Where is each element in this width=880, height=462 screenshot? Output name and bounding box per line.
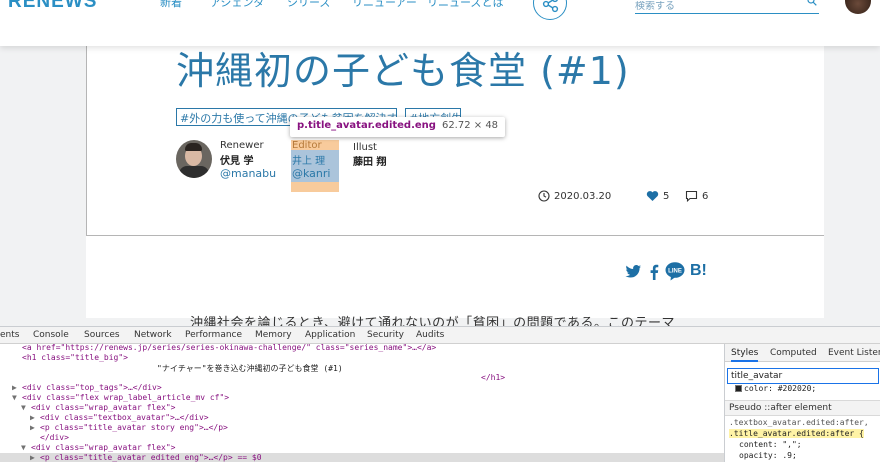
comment-icon[interactable] — [685, 190, 698, 203]
tab-application[interactable]: Application — [305, 330, 355, 340]
tab-network[interactable]: Network — [134, 330, 172, 340]
expand-toggle-icon[interactable]: ▶ — [30, 453, 39, 462]
publish-date-text: 2020.03.20 — [554, 191, 612, 202]
heart-icon[interactable] — [646, 190, 659, 202]
dom-node-text: <div class="wrap_avatar flex"> — [31, 443, 176, 452]
renewer-role: Renewer — [220, 140, 264, 151]
tab-computed[interactable]: Computed — [770, 348, 817, 358]
like-counter[interactable]: 5 — [646, 190, 669, 202]
expand-toggle-icon[interactable]: ▶ — [30, 423, 39, 432]
illust-name[interactable]: 藤田 翔 — [353, 153, 386, 168]
color-swatch[interactable] — [735, 385, 742, 392]
nav-item-new[interactable]: 新着 — [160, 0, 182, 10]
dom-node-text: <a href="https://renews.jp/series/series… — [22, 344, 437, 352]
dom-node-text: </div> — [40, 433, 69, 442]
tab-audits[interactable]: Audits — [416, 330, 444, 340]
publish-date: 2020.03.20 — [538, 190, 611, 202]
article-title: 沖縄初の子ども食堂 (#1) — [176, 49, 630, 93]
nav-item-agenda[interactable]: アジェンダ — [210, 0, 265, 10]
pseudo-element-header: Pseudo ::after element — [725, 400, 880, 416]
css-selector-highlight: .title_avatar.edited:after { — [729, 429, 864, 438]
expand-toggle-icon[interactable]: ▼ — [21, 403, 30, 412]
expand-toggle-icon[interactable]: ▼ — [12, 393, 21, 402]
editor-role: Editor — [292, 140, 322, 151]
expand-toggle-icon[interactable]: ▶ — [30, 413, 39, 422]
top-navigation: RENEWS 新着 アジェンダ シリーズ リニューアー リニューズとは — [0, 0, 880, 46]
twitter-icon[interactable] — [624, 264, 642, 280]
nav-item-series[interactable]: シリーズ — [287, 0, 330, 10]
tab-sources[interactable]: Sources — [84, 330, 120, 340]
clock-icon — [538, 190, 550, 202]
renewer-name[interactable]: 伏見 学 — [220, 152, 253, 167]
illust-role: Illust — [353, 142, 377, 153]
expand-toggle-icon[interactable]: ▶ — [12, 383, 21, 392]
dom-node-text: <div class="top_tags">…</div> — [22, 383, 162, 392]
tab-styles[interactable]: Styles — [731, 348, 759, 362]
renewer-avatar[interactable] — [176, 140, 212, 178]
css-color-text[interactable]: color: #202020; — [744, 384, 816, 393]
nav-item-renewer[interactable]: リニューアー — [352, 0, 417, 10]
dom-tree: <a href="https://renews.jp/series/series… — [0, 344, 724, 462]
dom-node-text: <div class="textbox_avatar">…</div> — [40, 413, 209, 422]
comment-counter[interactable]: 6 — [685, 190, 709, 203]
dom-node-text: </h1> — [481, 373, 506, 382]
browser-viewport: RENEWS 新着 アジェンダ シリーズ リニューアー リニューズとは 沖縄初の… — [0, 0, 880, 462]
devtools-panel: ents Console Sources Network Performance… — [0, 326, 880, 462]
renewer-handle[interactable]: @manabu — [220, 167, 276, 180]
tooltip-selector: p.title_avatar.edited.eng — [297, 120, 436, 131]
dom-node-line[interactable]: ▶ <p class="title_avatar edited eng">…</p… — [0, 453, 724, 462]
editor-name[interactable]: 井上 理 — [292, 152, 325, 167]
search-icon[interactable] — [807, 0, 817, 6]
css-color-declaration: color: #202020; — [735, 384, 816, 393]
facebook-icon[interactable] — [649, 264, 659, 280]
dom-node-text: <p class="title_avatar story eng">…</p> — [40, 423, 228, 432]
share-button[interactable] — [533, 0, 567, 20]
share-icon — [542, 0, 559, 13]
tab-elements[interactable]: ents — [0, 330, 19, 340]
css-selector-line-2: .title_avatar.edited:after { — [729, 429, 864, 438]
tab-console[interactable]: Console — [33, 330, 69, 340]
css-selector-line-1: .textbox_avatar.edited:after, — [729, 418, 869, 427]
dom-node-text: <p class="title_avatar edited eng">…</p>… — [40, 453, 262, 462]
hatena-bookmark-button[interactable]: B! — [690, 262, 707, 280]
article-divider-bottom — [86, 235, 824, 236]
css-opacity-declaration[interactable]: opacity: .9; — [739, 451, 797, 460]
site-logo[interactable]: RENEWS — [8, 0, 97, 13]
comment-count: 6 — [702, 191, 709, 202]
tab-performance[interactable]: Performance — [185, 330, 242, 340]
inspect-tooltip: p.title_avatar.edited.eng 62.72 × 48 — [290, 117, 506, 137]
tab-memory[interactable]: Memory — [255, 330, 292, 340]
styles-sidebar: Styles Computed Event Listeners color: #… — [724, 344, 880, 462]
line-icon[interactable]: LINE — [665, 262, 685, 281]
dom-node-text: <div class="flex wrap_label_article_mv c… — [22, 393, 230, 402]
styles-filter-input[interactable] — [727, 368, 879, 384]
tab-event-listeners[interactable]: Event Listeners — [828, 348, 880, 358]
editor-handle[interactable]: @kanri — [292, 167, 338, 180]
user-avatar[interactable] — [845, 0, 871, 14]
expand-toggle-icon[interactable]: ▼ — [21, 443, 30, 452]
like-count: 5 — [663, 191, 670, 202]
dom-node-text: "ナイチャー"を巻き込む沖縄初の子ども食堂 (#1) — [157, 364, 343, 373]
devtools-tabbar: ents Console Sources Network Performance… — [0, 327, 880, 344]
dom-node-text: <h1 class="title_big"> — [22, 353, 128, 362]
svg-text:LINE: LINE — [668, 268, 682, 274]
sidebar-tabbar: Styles Computed Event Listeners — [725, 344, 880, 362]
search-input[interactable] — [635, 1, 795, 12]
css-content-declaration[interactable]: content: ","; — [739, 440, 802, 449]
dom-node-text: <div class="wrap_avatar flex"> — [31, 403, 176, 412]
nav-item-about[interactable]: リニューズとは — [427, 0, 503, 10]
tooltip-size: 62.72 × 48 — [441, 120, 499, 131]
tab-security[interactable]: Security — [367, 330, 404, 340]
search-box — [635, 0, 819, 14]
